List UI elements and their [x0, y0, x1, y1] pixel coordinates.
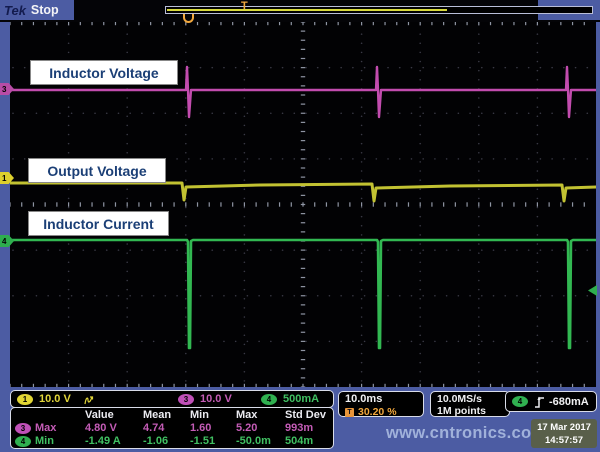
ch3-number: 3: [184, 395, 188, 404]
row1-ch-number: 3: [21, 422, 25, 435]
trigger-level: -680mA: [549, 396, 589, 408]
trigger-source-badge: 4: [512, 396, 528, 407]
row2-meas-name: Min: [35, 435, 54, 448]
record-length: 1M points: [437, 405, 509, 417]
row1-stddev: 993m: [285, 422, 335, 435]
row1-max: 5.20: [236, 422, 285, 435]
col-header-value: Value: [85, 409, 143, 422]
trigger-readout[interactable]: 4 -680mA: [505, 391, 597, 412]
row2-ch-number: 4: [21, 435, 25, 448]
oscilloscope-screen: Tek Stop T 3 1 4 Inductor Voltage Output…: [0, 0, 600, 452]
ch1-number: 1: [23, 395, 27, 404]
row1-value: 4.80 V: [85, 422, 143, 435]
col-header-max: Max: [236, 409, 285, 422]
row1-min: 1.60: [190, 422, 236, 435]
label-inductor-voltage: Inductor Voltage: [30, 60, 178, 85]
row2-max: -50.0m: [236, 435, 285, 448]
col-header-mean: Mean: [143, 409, 190, 422]
label-output-voltage: Output Voltage: [28, 158, 166, 183]
channel-readout-bar[interactable]: 1 10.0 V 3 10.0 V 4 500mA: [10, 390, 334, 408]
row2-min: -1.51: [190, 435, 236, 448]
datetime-box: 17 Mar 2017 14:57:57: [531, 419, 597, 448]
label-inductor-current: Inductor Current: [28, 211, 169, 236]
ch3-tag-number: 3: [2, 85, 6, 94]
acquisition-status: Tek Stop: [0, 0, 74, 20]
table-row: 4 Min: [15, 435, 85, 448]
ch4-badge[interactable]: 4: [261, 394, 277, 405]
ch3-scale[interactable]: 10.0 V: [200, 393, 232, 405]
row2-value: -1.49 A: [85, 435, 143, 448]
row1-meas-name: Max: [35, 422, 56, 435]
tek-logo: Tek: [4, 3, 26, 18]
acquisition-readout[interactable]: 10.0MS/s 1M points: [430, 391, 510, 417]
row1-mean: 4.74: [143, 422, 190, 435]
row2-stddev: 504m: [285, 435, 335, 448]
ch4-tag-number: 4: [2, 237, 6, 246]
ch4-number: 4: [267, 395, 271, 404]
trigger-source-number: 4: [518, 397, 522, 406]
timebase-readout[interactable]: 10.0ms T 30.20 %: [338, 391, 424, 417]
col-header-stddev: Std Dev: [285, 409, 335, 422]
ch1-tag-number: 1: [2, 174, 6, 183]
date-text: 17 Mar 2017: [531, 421, 597, 434]
trigger-slope-icon: [534, 395, 546, 409]
timebase-scale: 10.0ms: [345, 393, 423, 405]
run-stop-status: Stop: [31, 3, 59, 17]
ch3-badge[interactable]: 3: [178, 394, 194, 405]
ch4-scale[interactable]: 500mA: [283, 393, 319, 405]
ch1-scale[interactable]: 10.0 V: [39, 393, 71, 405]
measurement-table: Value Mean Min Max Std Dev 3 Max 4.80 V …: [10, 407, 334, 449]
trigger-position-percent: 30.20 %: [358, 406, 397, 418]
time-text: 14:57:57: [531, 434, 597, 447]
table-corner: [15, 409, 85, 422]
row1-ch-badge: 3: [15, 423, 31, 434]
trigger-position-flag[interactable]: T: [241, 0, 248, 12]
ch1-badge[interactable]: 1: [17, 394, 33, 405]
col-header-min: Min: [190, 409, 236, 422]
row2-mean: -1.06: [143, 435, 190, 448]
sample-rate: 10.0MS/s: [437, 393, 509, 405]
row2-ch-badge: 4: [15, 436, 31, 447]
ch1-coupling-icon: [84, 394, 94, 406]
record-view-waveform: [167, 9, 447, 11]
table-row: 3 Max: [15, 422, 85, 435]
trigger-flag-icon: T: [345, 408, 354, 417]
watermark: www.cntronics.com: [386, 424, 546, 443]
